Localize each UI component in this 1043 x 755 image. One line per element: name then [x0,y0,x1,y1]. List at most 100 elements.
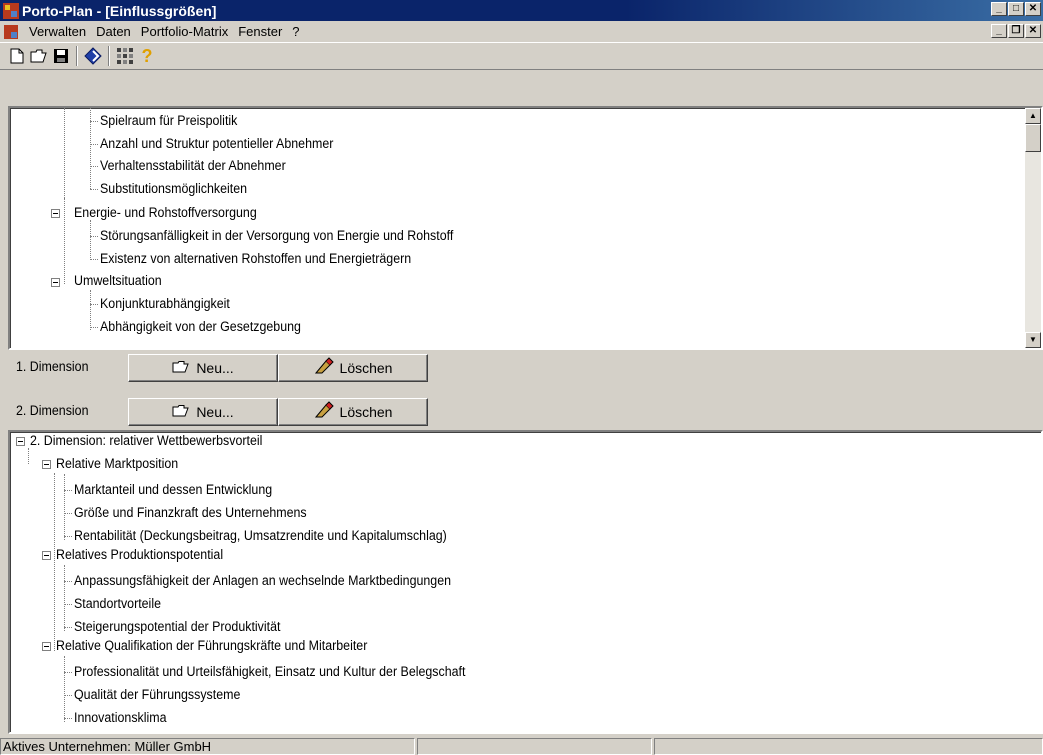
tree-connector [90,189,98,190]
tree-connector [90,220,91,260]
tree-connector [64,108,65,198]
menu-verwalten[interactable]: Verwalten [24,24,91,39]
dimension-2-new-button[interactable]: Neu... [128,398,278,426]
doc-close-button[interactable]: ✕ [1025,24,1041,38]
tree-connector [64,604,72,605]
dimension-1-row: 1. Dimension Neu... Löschen [8,354,428,382]
tree-group[interactable]: Relatives Produktionspotential [56,546,223,564]
scan-grid-icon[interactable] [114,45,136,67]
tree-connector [90,304,98,305]
tree-connector [64,672,72,673]
scroll-down-icon[interactable]: ▼ [1025,332,1041,348]
doc-restore-button[interactable]: ❐ [1008,24,1024,38]
window-controls: _ □ ✕ [990,2,1041,16]
maximize-button[interactable]: □ [1008,2,1024,16]
tree-connector [64,536,72,537]
menu-help[interactable]: ? [287,24,304,39]
minimize-button[interactable]: _ [991,2,1007,16]
dimension-2-label: 2. Dimension [16,403,89,418]
scroll-up-icon[interactable]: ▲ [1025,108,1041,124]
tree-connector [64,513,72,514]
tree-item[interactable]: Professionalität und Urteilsfähigkeit, E… [74,663,465,681]
tree-connector [54,473,55,513]
dimension-1-delete-button[interactable]: Löschen [278,354,428,382]
tree-item[interactable]: Marktanteil und dessen Entwicklung [74,481,272,499]
tree-item[interactable]: Abhängigkeit von der Gesetzgebung [100,318,301,336]
menu-daten[interactable]: Daten [91,24,136,39]
tree-connector [90,144,98,145]
tree-item[interactable]: Größe und Finanzkraft des Unternehmens [74,504,307,522]
dimension-2-delete-button[interactable]: Löschen [278,398,428,426]
dimension-1-new-button[interactable]: Neu... [128,354,278,382]
close-button[interactable]: ✕ [1025,2,1041,16]
window-title: Porto-Plan - [Einflussgrößen] [22,2,217,19]
tree-group[interactable]: Umweltsituation [74,272,162,290]
scroll-thumb[interactable] [1025,124,1041,152]
tree-item[interactable]: Störungsanfälligkeit in der Versorgung v… [100,227,453,245]
eraser-icon [314,357,334,379]
menu-bar: Verwalten Daten Portfolio-Matrix Fenster… [0,21,1043,42]
tree-item[interactable]: Spielraum für Preispolitik [100,112,237,130]
toolbar-separator [108,46,110,66]
tree-item[interactable]: Substitutionsmöglichkeiten [100,180,247,198]
tree-connector [64,565,65,631]
collapse-toggle[interactable] [16,437,25,446]
toolbar: ? [0,42,1043,70]
menu-portfolio-matrix[interactable]: Portfolio-Matrix [136,24,233,39]
tree-connector [64,695,72,696]
tree-item[interactable]: Qualität der Führungssysteme [74,686,240,704]
tree-connector [90,327,98,328]
tree-group[interactable]: Relative Qualifikation der Führungskräft… [56,637,367,655]
collapse-toggle[interactable] [42,460,51,469]
tree-connector [90,166,98,167]
tree-connector [90,290,91,330]
tree-view-dimension-1[interactable]: Spielraum für Preispolitik Anzahl und St… [8,106,1043,350]
open-folder-icon[interactable] [28,45,50,67]
vertical-scrollbar[interactable]: ▲ ▼ [1025,108,1041,348]
collapse-toggle[interactable] [42,551,51,560]
tree-connector [90,121,98,122]
app-icon[interactable] [3,2,19,19]
open-folder-icon [172,360,190,377]
tree-item[interactable]: Steigerungspotential der Produktivität [74,618,280,636]
new-file-icon[interactable] [6,45,28,67]
collapse-toggle[interactable] [51,209,60,218]
document-icon[interactable] [4,24,18,39]
eraser-icon [314,401,334,423]
collapse-toggle[interactable] [51,278,60,287]
tree-item[interactable]: Konjunkturabhängigkeit [100,295,230,313]
collapse-toggle[interactable] [42,642,51,651]
tree-item[interactable]: Rentabilität (Deckungsbeitrag, Umsatzren… [74,527,447,545]
tree-connector [64,474,65,540]
status-panel-2 [417,738,652,755]
tree-item[interactable]: Anpassungsfähigkeit der Anlagen an wechs… [74,572,451,590]
tree-connector [64,718,72,719]
tree-connector [64,656,65,722]
tree-connector [64,198,65,284]
tree-view-dimension-2[interactable]: 2. Dimension: relativer Wettbewerbsvorte… [8,430,1043,734]
status-panel-3 [654,738,1043,755]
tree-item[interactable]: Anzahl und Struktur potentieller Abnehme… [100,135,333,153]
status-active-company: Aktives Unternehmen: Müller GmbH [0,738,415,755]
tree-connector [64,490,72,491]
save-disk-icon[interactable] [50,45,72,67]
open-folder-icon [172,404,190,421]
document-window-controls: _ ❐ ✕ [990,24,1041,38]
tree-root[interactable]: 2. Dimension: relativer Wettbewerbsvorte… [30,432,262,450]
tree-group[interactable]: Relative Marktposition [56,455,178,473]
doc-minimize-button[interactable]: _ [991,24,1007,38]
tree-item[interactable]: Standortvorteile [74,595,161,613]
tree-group[interactable]: Energie- und Rohstoffversorgung [74,204,257,222]
tree-item[interactable]: Verhaltensstabilität der Abnehmer [100,157,286,175]
dimension-2-row: 2. Dimension Neu... Löschen [8,398,428,426]
tree-item[interactable]: Innovationsklima [74,709,167,727]
tree-item[interactable]: Existenz von alternativen Rohstoffen und… [100,250,411,268]
window-frame [0,70,8,737]
dimension-1-label: 1. Dimension [16,359,89,374]
diamond-icon[interactable] [82,45,104,67]
menu-fenster[interactable]: Fenster [233,24,287,39]
tree-connector [90,259,98,260]
tree-connector [90,236,98,237]
title-bar: Porto-Plan - [Einflussgrößen] _ □ ✕ [0,0,1043,21]
help-icon[interactable]: ? [136,45,158,67]
